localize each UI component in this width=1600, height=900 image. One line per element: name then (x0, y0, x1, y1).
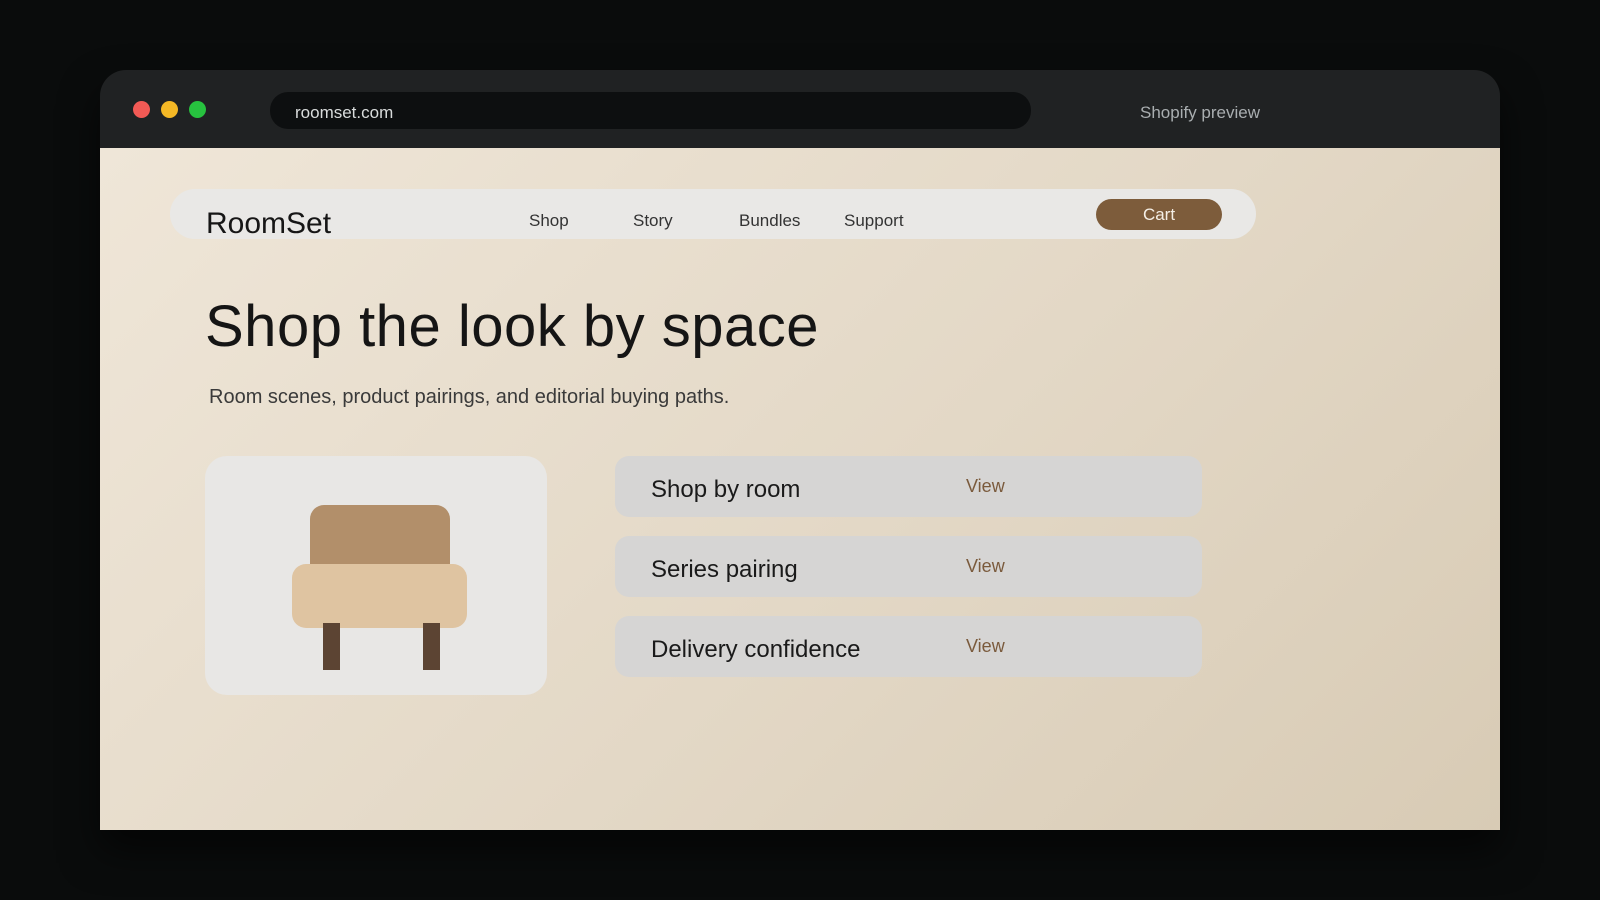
view-link[interactable]: View (966, 556, 1005, 577)
product-card[interactable] (205, 456, 547, 695)
preview-label: Shopify preview (1140, 103, 1261, 122)
path-row-label: Shop by room (651, 476, 801, 503)
minimize-window-button[interactable] (161, 101, 178, 118)
nav-link-support[interactable]: Support (844, 211, 904, 231)
chair-leg-right (423, 623, 440, 670)
path-row-delivery-confidence[interactable]: Delivery confidence View (615, 616, 1202, 677)
nav-link-shop[interactable]: Shop (529, 211, 569, 231)
nav-link-story[interactable]: Story (633, 211, 673, 231)
cart-button[interactable]: Cart (1096, 199, 1222, 230)
page-subtitle: Room scenes, product pairings, and edito… (209, 386, 730, 408)
brand-logo[interactable]: RoomSet (206, 207, 331, 241)
address-bar[interactable]: roomset.com (270, 92, 1031, 129)
browser-window: roomset.com Shopify preview RoomSet Shop… (100, 70, 1500, 830)
chair-leg-left (323, 623, 340, 670)
page-content: RoomSet Shop Story Bundles Support Cart … (100, 148, 1500, 830)
path-row-series-pairing[interactable]: Series pairing View (615, 536, 1202, 597)
site-navbar: RoomSet Shop Story Bundles Support Cart (170, 189, 1256, 241)
view-link[interactable]: View (966, 636, 1005, 657)
close-window-button[interactable] (133, 101, 150, 118)
address-url: roomset.com (295, 103, 394, 122)
maximize-window-button[interactable] (189, 101, 206, 118)
path-row-shop-by-room[interactable]: Shop by room View (615, 456, 1202, 517)
path-row-label: Series pairing (651, 556, 798, 583)
path-row-label: Delivery confidence (651, 636, 861, 663)
view-link[interactable]: View (966, 476, 1005, 497)
page-title: Shop the look by space (205, 294, 819, 359)
chair-seat (292, 564, 467, 628)
browser-titlebar: roomset.com Shopify preview (100, 70, 1500, 148)
nav-link-bundles[interactable]: Bundles (739, 211, 800, 231)
